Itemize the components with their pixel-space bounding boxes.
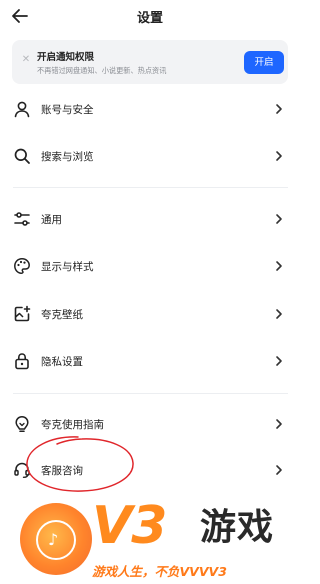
menu-item-label: 搜索与浏览 xyxy=(41,151,94,163)
palette-icon xyxy=(14,258,30,274)
section-divider xyxy=(13,187,288,188)
sliders-icon xyxy=(14,212,30,226)
watermark-brand-suffix: 游戏 xyxy=(200,507,275,548)
menu-item-display-style[interactable]: 显示与样式 xyxy=(0,248,300,284)
menu-item-label: 隐私设置 xyxy=(41,356,83,368)
chevron-right-icon xyxy=(276,309,282,319)
chevron-right-icon xyxy=(276,356,282,366)
lightbulb-icon xyxy=(15,416,29,433)
menu-item-account-security[interactable]: 账号与安全 xyxy=(0,91,300,127)
chevron-right-icon xyxy=(276,151,282,161)
chevron-right-icon xyxy=(276,104,282,114)
notification-title: 开启通知权限 xyxy=(37,52,95,63)
lock-icon xyxy=(15,353,29,370)
menu-item-privacy[interactable]: 隐私设置 xyxy=(0,343,300,379)
notification-subtitle: 不再错过网盘通知、小说更新、热点资讯 xyxy=(37,66,167,75)
chevron-right-icon xyxy=(276,214,282,224)
close-icon[interactable]: ✕ xyxy=(21,55,31,65)
search-icon xyxy=(14,148,30,164)
chevron-right-icon xyxy=(276,419,282,429)
chevron-right-icon xyxy=(276,465,282,475)
watermark-brand: V3 xyxy=(92,496,167,556)
menu-item-label: 夸克使用指南 xyxy=(41,419,104,431)
watermark-slogan: 游戏人生，不负VVVV3 xyxy=(92,564,227,579)
person-icon xyxy=(14,101,30,118)
section-divider xyxy=(13,393,288,394)
menu-item-wallpaper[interactable]: 夸克壁纸 xyxy=(0,296,300,332)
page-title: 设置 xyxy=(136,11,163,26)
red-annotation-circle xyxy=(26,436,134,492)
menu-item-label: 夸克壁纸 xyxy=(41,309,83,321)
chevron-right-icon xyxy=(276,261,282,271)
menu-item-label: 显示与样式 xyxy=(41,261,94,273)
menu-item-general[interactable]: 通用 xyxy=(0,201,300,237)
watermark-logo-glyph: ♪ xyxy=(48,530,59,549)
menu-item-search-browse[interactable]: 搜索与浏览 xyxy=(0,138,300,174)
notification-permission-card: ✕ 开启通知权限 不再错过网盘通知、小说更新、热点资讯 开启 xyxy=(12,40,288,84)
wallpaper-icon xyxy=(14,305,31,322)
menu-item-label: 账号与安全 xyxy=(41,104,94,116)
enable-notification-button[interactable]: 开启 xyxy=(244,51,284,74)
menu-item-label: 通用 xyxy=(41,214,62,226)
top-bar: 设置 xyxy=(0,0,300,32)
